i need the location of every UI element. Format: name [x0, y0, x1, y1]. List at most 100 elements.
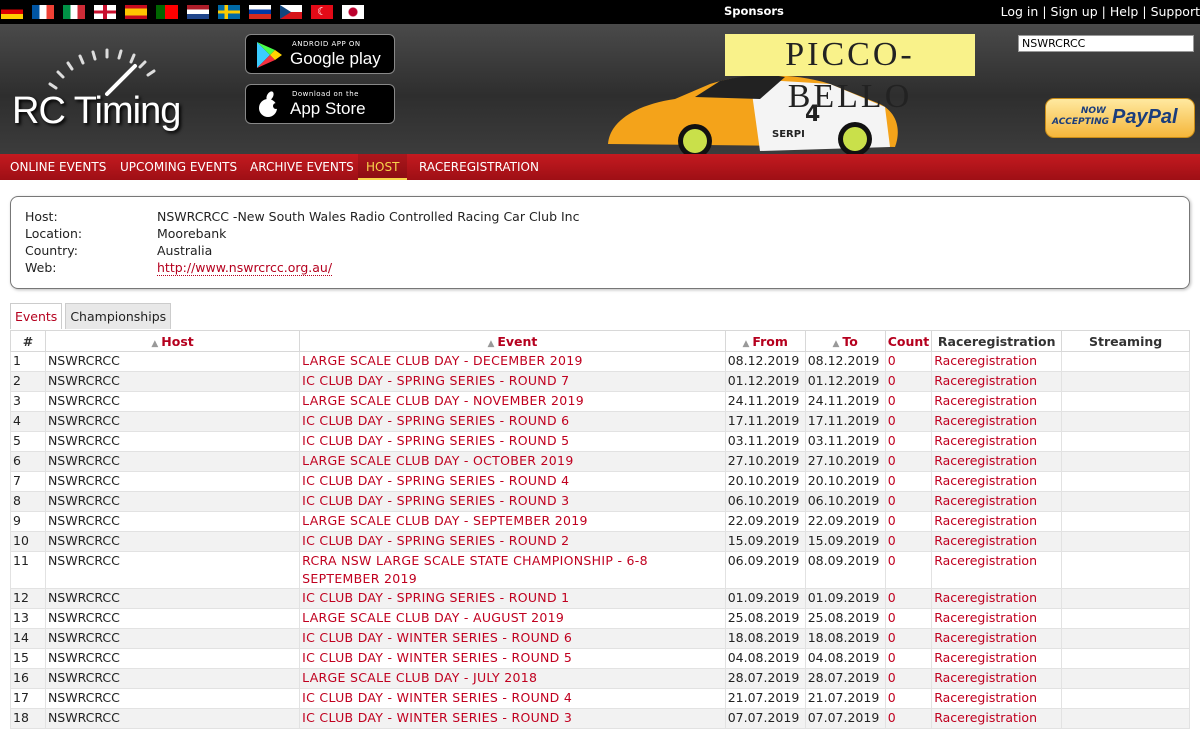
flag-germany-icon[interactable]	[0, 4, 24, 20]
row-event-link[interactable]: IC CLUB DAY - SPRING SERIES - ROUND 4	[299, 471, 726, 492]
flag-sweden-icon[interactable]	[217, 4, 241, 20]
flag-france-icon[interactable]	[31, 4, 55, 20]
col-header-host[interactable]: ▲ Host	[44, 330, 301, 352]
row-event-link[interactable]: LARGE SCALE CLUB DAY - NOVEMBER 2019	[299, 391, 726, 412]
col-header-from-label: From	[752, 333, 788, 349]
nav-upcoming-events[interactable]: UPCOMING EVENTS	[120, 154, 237, 180]
nav-host[interactable]: HOST	[358, 154, 408, 180]
row-count[interactable]: 0	[884, 551, 933, 589]
flag-portugal-icon[interactable]	[155, 4, 179, 20]
support-link[interactable]: Support	[1151, 4, 1200, 19]
events-table-body: 1 NSWRCRCC LARGE SCALE CLUB DAY - DECEMBER…	[10, 351, 1190, 729]
flag-turkey-icon[interactable]: ☾	[310, 4, 334, 20]
row-raceregistration-link[interactable]: Raceregistration	[931, 588, 1063, 609]
row-count[interactable]: 0	[884, 491, 933, 512]
row-count[interactable]: 0	[884, 608, 933, 629]
col-header-event[interactable]: ▲ Event	[299, 330, 726, 352]
flag-netherlands-icon[interactable]	[186, 4, 210, 20]
row-count[interactable]: 0	[884, 648, 933, 669]
row-event-link[interactable]: LARGE SCALE CLUB DAY - DECEMBER 2019	[299, 351, 726, 372]
row-number: 13	[10, 608, 46, 629]
row-raceregistration-link[interactable]: Raceregistration	[931, 531, 1063, 552]
rc-timing-logo-text[interactable]: RC Timing	[12, 90, 181, 133]
row-count[interactable]: 0	[884, 391, 933, 412]
table-row: 9 NSWRCRCC LARGE SCALE CLUB DAY - SEPTEMBE…	[10, 511, 1190, 532]
table-row: 2 NSWRCRCC IC CLUB DAY - SPRING SERIES - R…	[10, 371, 1190, 392]
row-count[interactable]: 0	[884, 371, 933, 392]
row-event-link[interactable]: LARGE SCALE CLUB DAY - JULY 2018	[299, 668, 726, 689]
row-from-date: 27.10.2019	[724, 451, 806, 472]
tab-championships[interactable]: Championships	[65, 303, 172, 329]
app-store-badge[interactable]: Download on the App Store	[245, 84, 395, 124]
google-play-badge[interactable]: ANDROID APP ON Google play	[245, 34, 395, 74]
picco-bello-sponsor-banner[interactable]: PICCO-BELLO	[725, 34, 975, 115]
row-raceregistration-link[interactable]: Raceregistration	[931, 371, 1063, 392]
row-event-link[interactable]: IC CLUB DAY - SPRING SERIES - ROUND 5	[299, 431, 726, 452]
row-raceregistration-link[interactable]: Raceregistration	[931, 491, 1063, 512]
row-event-link[interactable]: IC CLUB DAY - WINTER SERIES - ROUND 4	[299, 688, 726, 709]
row-number: 12	[10, 588, 46, 609]
row-event-link[interactable]: RCRA NSW LARGE SCALE STATE CHAMPIONSHIP …	[299, 551, 726, 589]
flag-russia-icon[interactable]	[248, 4, 272, 20]
flag-japan-icon[interactable]	[341, 4, 365, 20]
row-event-link[interactable]: LARGE SCALE CLUB DAY - AUGUST 2019	[299, 608, 726, 629]
paypal-badge[interactable]: NOW ACCEPTING PayPal	[1045, 98, 1195, 138]
col-header-to[interactable]: ▲ To	[804, 330, 886, 352]
nav-online-events[interactable]: ONLINE EVENTS	[10, 154, 106, 180]
table-header-row: # ▲ Host ▲ Event ▲ From ▲ To Count Raceregis…	[10, 330, 1190, 352]
flag-spain-icon[interactable]	[124, 4, 148, 20]
row-event-link[interactable]: IC CLUB DAY - SPRING SERIES - ROUND 2	[299, 531, 726, 552]
signup-link[interactable]: Sign up	[1051, 4, 1098, 19]
flag-italy-icon[interactable]	[62, 4, 86, 20]
row-count[interactable]: 0	[884, 411, 933, 432]
row-raceregistration-link[interactable]: Raceregistration	[931, 411, 1063, 432]
row-host: NSWRCRCC	[44, 351, 301, 372]
login-link[interactable]: Log in	[1001, 4, 1039, 19]
flag-czech-icon[interactable]	[279, 4, 303, 20]
row-count[interactable]: 0	[884, 471, 933, 492]
search-input[interactable]	[1018, 35, 1194, 52]
row-count[interactable]: 0	[884, 688, 933, 709]
tab-events[interactable]: Events	[10, 303, 63, 329]
row-count[interactable]: 0	[884, 531, 933, 552]
row-event-link[interactable]: LARGE SCALE CLUB DAY - OCTOBER 2019	[299, 451, 726, 472]
web-link[interactable]: http://www.nswrcrcc.org.au/	[157, 260, 333, 276]
row-count[interactable]: 0	[884, 668, 933, 689]
row-raceregistration-link[interactable]: Raceregistration	[931, 431, 1063, 452]
nav-raceregistration[interactable]: RACEREGISTRATION	[419, 154, 539, 180]
row-streaming	[1061, 531, 1190, 552]
row-host: NSWRCRCC	[44, 588, 301, 609]
col-header-from[interactable]: ▲ From	[724, 330, 806, 352]
row-raceregistration-link[interactable]: Raceregistration	[931, 668, 1063, 689]
row-number: 7	[10, 471, 46, 492]
row-event-link[interactable]: IC CLUB DAY - SPRING SERIES - ROUND 6	[299, 411, 726, 432]
row-event-link[interactable]: IC CLUB DAY - WINTER SERIES - ROUND 5	[299, 648, 726, 669]
row-raceregistration-link[interactable]: Raceregistration	[931, 551, 1063, 589]
row-count[interactable]: 0	[884, 451, 933, 472]
row-raceregistration-link[interactable]: Raceregistration	[931, 511, 1063, 532]
row-raceregistration-link[interactable]: Raceregistration	[931, 351, 1063, 372]
sponsors-label: Sponsors	[724, 4, 784, 18]
row-raceregistration-link[interactable]: Raceregistration	[931, 391, 1063, 412]
row-raceregistration-link[interactable]: Raceregistration	[931, 471, 1063, 492]
nav-archive-events[interactable]: ARCHIVE EVENTS	[250, 154, 354, 180]
row-raceregistration-link[interactable]: Raceregistration	[931, 608, 1063, 629]
flag-uk-icon[interactable]	[93, 4, 117, 20]
row-count[interactable]: 0	[884, 351, 933, 372]
row-event-link[interactable]: IC CLUB DAY - WINTER SERIES - ROUND 6	[299, 628, 726, 649]
row-raceregistration-link[interactable]: Raceregistration	[931, 628, 1063, 649]
row-raceregistration-link[interactable]: Raceregistration	[931, 648, 1063, 669]
row-event-link[interactable]: IC CLUB DAY - SPRING SERIES - ROUND 1	[299, 588, 726, 609]
row-count[interactable]: 0	[884, 431, 933, 452]
col-header-count[interactable]: Count	[884, 330, 933, 352]
row-streaming	[1061, 371, 1190, 392]
row-count[interactable]: 0	[884, 588, 933, 609]
row-raceregistration-link[interactable]: Raceregistration	[931, 451, 1063, 472]
row-count[interactable]: 0	[884, 511, 933, 532]
row-event-link[interactable]: IC CLUB DAY - SPRING SERIES - ROUND 7	[299, 371, 726, 392]
row-event-link[interactable]: IC CLUB DAY - SPRING SERIES - ROUND 3	[299, 491, 726, 512]
row-event-link[interactable]: LARGE SCALE CLUB DAY - SEPTEMBER 2019	[299, 511, 726, 532]
help-link[interactable]: Help	[1110, 4, 1139, 19]
row-count[interactable]: 0	[884, 628, 933, 649]
row-raceregistration-link[interactable]: Raceregistration	[931, 688, 1063, 709]
